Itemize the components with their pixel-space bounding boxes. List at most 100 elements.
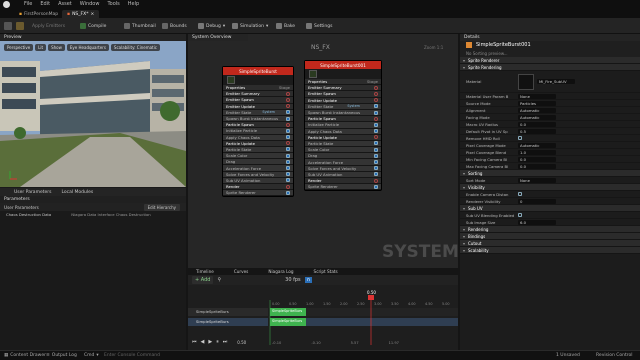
property-value[interactable]: Particles [518,100,556,106]
revision-control-button[interactable]: Revision Control [596,353,633,358]
property-value[interactable]: Automatic [518,114,556,120]
enabled-checkbox[interactable] [286,190,290,195]
edit-hierarchy-button[interactable]: Edit Hierarchy [143,203,180,211]
property-value[interactable]: None [518,93,556,99]
emitter-node[interactable]: SimpleSpriteBurst001 Properties Stage Emitt… [304,60,382,192]
skip-forward-icon[interactable]: ⏭ [223,339,228,345]
viewport-option-button[interactable]: Lit [35,44,47,51]
param-row[interactable]: Chaos Destruction Data Niagara Data Inte… [0,211,186,218]
cmd-select[interactable]: Cmd ▾ [84,353,99,358]
tab-local-modules[interactable]: Local Modules [61,190,93,195]
property-value[interactable]: MI_Fire_SubUV [537,79,575,84]
property-value[interactable]: 0.0 [518,163,556,169]
menu-help[interactable]: Help [128,1,139,7]
apply-emitters-button[interactable]: Apply Emitters [32,21,65,31]
enabled-checkbox[interactable] [374,110,378,115]
property-checkbox[interactable] [518,213,522,217]
tab-timeline[interactable]: Timeline [196,269,214,274]
material-thumbnail[interactable] [518,73,534,90]
enabled-checkbox[interactable] [374,160,378,165]
enabled-checkbox[interactable] [286,135,290,140]
snap-icon[interactable]: ∩ [304,277,313,283]
details-section[interactable]: ▾ Sub UV [460,205,640,212]
filter-icon[interactable]: ⚲ [217,277,221,283]
enabled-checkbox[interactable] [373,104,378,109]
details-section[interactable]: ▾ Bindings [460,233,640,240]
settings-button[interactable]: Settings [306,21,332,31]
step-back-icon[interactable]: ◀ [201,339,205,345]
enabled-checkbox[interactable] [374,147,378,152]
tab-script-stats[interactable]: Script Stats [314,269,338,274]
emitter-node-title[interactable]: SimpleSpriteBurst001 [305,61,381,69]
system-overview-tab[interactable]: System Overview [188,34,248,41]
details-section[interactable]: ▾ Sorting [460,170,640,177]
enabled-checkbox[interactable] [374,172,378,177]
playhead-marker[interactable] [368,295,374,300]
property-value[interactable]: 1.0 [518,149,556,155]
enabled-checkbox[interactable] [374,153,378,158]
menu-window[interactable]: Window [80,1,100,7]
unsaved-indicator[interactable]: 1 Unsaved [556,353,580,358]
details-section[interactable]: ▾ Rendering [460,226,640,233]
enabled-checkbox[interactable] [374,184,378,189]
fps-select[interactable]: 30 fps [285,277,301,283]
thumbnail-button[interactable]: Thumbnail [124,21,156,31]
viewport-option-button[interactable]: Scalability: Cinematic [110,44,160,51]
viewport-option-button[interactable]: Show [48,44,65,51]
enabled-checkbox[interactable] [286,172,290,177]
browse-button[interactable] [16,21,24,31]
enabled-checkbox[interactable] [285,110,290,115]
tab-user-parameters[interactable]: User Parameters [14,190,51,195]
tab-ns-fx[interactable]: ▪ NS_FX* × [62,10,100,18]
bounds-button[interactable]: Bounds [162,21,187,31]
simulation-button[interactable]: Simulation ▾ [232,21,268,31]
menu-tools[interactable]: Tools [107,1,119,7]
emitter-node-title[interactable]: SimpleSpriteBurst [223,67,293,75]
unreal-logo-icon[interactable] [3,1,10,8]
menu-edit[interactable]: Edit [40,1,50,7]
menu-file[interactable]: File [24,1,32,7]
property-value[interactable]: 0.0 [518,121,556,127]
emitter-node[interactable]: SimpleSpriteBurst Properties Stage Emitter … [222,66,294,198]
track-label[interactable]: SimpleSpriteBurs [196,309,229,314]
play-icon[interactable]: ▶ [208,339,212,345]
tab-niagara-log[interactable]: Niagara Log [268,269,293,274]
skip-back-icon[interactable]: ⏮ [192,339,197,345]
tab-curves[interactable]: Curves [234,269,249,274]
module-row[interactable]: Sprite Renderer [223,190,293,197]
details-section[interactable]: ▾ Sprite Renderer [460,57,640,64]
details-section[interactable]: ▾ Visibility [460,184,640,191]
enabled-checkbox[interactable] [374,166,378,171]
content-drawer-button[interactable]: ▦ Content Drawer [4,353,46,358]
property-value[interactable]: None [518,177,556,183]
compile-button[interactable]: Compile [80,21,106,31]
property-value[interactable]: 6.0 [518,219,556,225]
details-section[interactable]: ▾ Cutout [460,240,640,247]
enabled-checkbox[interactable] [286,147,290,152]
property-value[interactable]: Automatic [518,107,556,113]
add-track-button[interactable]: + Add [192,276,214,284]
property-value[interactable]: 0.0 [518,156,556,162]
property-checkbox[interactable] [518,136,522,140]
menu-asset[interactable]: Asset [58,1,72,7]
enabled-checkbox[interactable] [286,166,290,171]
viewport-option-button[interactable]: Perspective [4,44,34,51]
debug-button[interactable]: Debug ▾ [198,21,225,31]
details-search[interactable]: No Sorting preview... [460,49,640,57]
property-checkbox[interactable] [518,192,522,196]
preview-viewport[interactable]: Perspective Lit Show Eye Headquarters Scalab… [0,41,186,187]
enabled-checkbox[interactable] [286,159,290,164]
close-icon[interactable]: × [90,12,94,17]
property-value[interactable]: Automatic [518,142,556,148]
save-button[interactable] [4,21,12,31]
tab-first-person-map[interactable]: ▪ FirstPersonMap [14,10,63,18]
enabled-checkbox[interactable] [286,178,290,183]
enabled-checkbox[interactable] [374,141,378,146]
output-log-button[interactable]: ≡ Output Log [46,353,77,358]
enabled-checkbox[interactable] [286,153,290,158]
module-row[interactable]: Sprite Renderer [305,184,381,191]
details-section[interactable]: ▾ Sprite Rendering [460,64,640,71]
property-value[interactable]: 0.5 [518,128,556,134]
property-value[interactable]: 0 [518,198,556,204]
console-input[interactable]: Enter Console Command [104,353,160,358]
